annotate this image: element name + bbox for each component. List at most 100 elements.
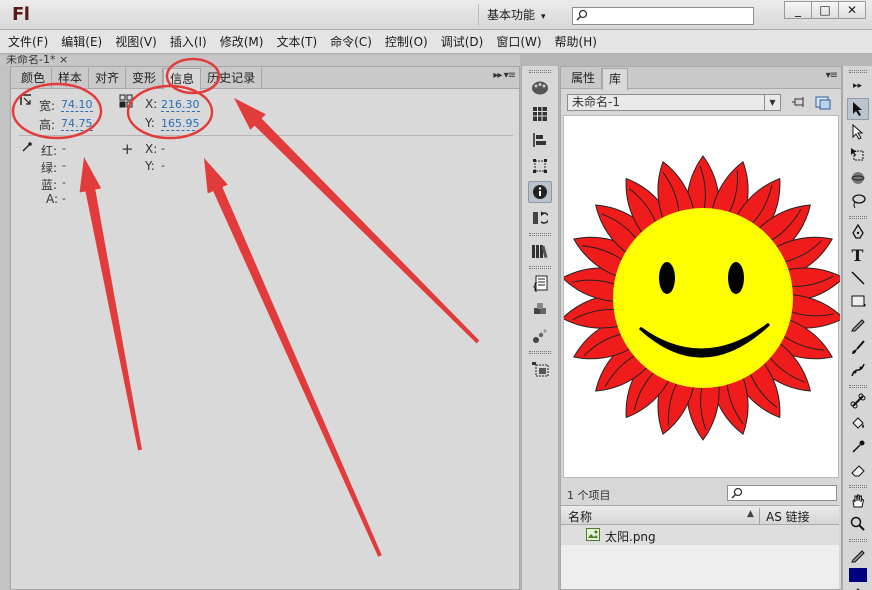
info-panel-icon[interactable] <box>528 181 552 203</box>
menu-window[interactable]: 窗口(W) <box>496 33 541 50</box>
scene-panel-icon[interactable] <box>528 358 552 380</box>
grip-handle[interactable] <box>848 70 867 73</box>
grip-handle[interactable] <box>529 351 551 354</box>
pencil-icon <box>850 319 865 332</box>
panel-collapse-button[interactable]: ▸▸ <box>847 75 869 97</box>
new-library-panel-button[interactable] <box>813 94 833 112</box>
width-label: 宽: <box>39 99 56 113</box>
text-icon: T <box>851 245 864 265</box>
tab-history[interactable]: 历史记录 <box>201 68 263 89</box>
brush-tool[interactable] <box>847 336 869 358</box>
text-tool[interactable]: T <box>847 244 869 266</box>
history-panel-icon[interactable] <box>528 207 552 229</box>
align-panel-icon[interactable] <box>528 129 552 151</box>
grip-handle[interactable] <box>529 233 551 236</box>
window-controls: _ □ ✕ <box>784 1 866 21</box>
pin-icon <box>792 97 804 107</box>
crosshair-icon: + <box>121 140 134 158</box>
column-linkage-header[interactable]: AS 链接 <box>759 508 810 525</box>
tab-swatches[interactable]: 样本 <box>52 68 90 89</box>
width-value[interactable]: 74.10 <box>61 98 93 112</box>
eraser-tool[interactable] <box>847 459 869 481</box>
stroke-color-tool[interactable] <box>847 544 869 566</box>
pin-library-button[interactable] <box>789 94 809 112</box>
line-tool[interactable] <box>847 267 869 289</box>
tab-transform[interactable]: 变形 <box>126 68 164 89</box>
tab-library[interactable]: 库 <box>602 68 629 90</box>
cursor-x-value: - <box>161 142 165 155</box>
menu-file[interactable]: 文件(F) <box>8 33 48 50</box>
info-divider <box>19 135 513 136</box>
list-item[interactable]: 太阳.png <box>561 525 839 545</box>
tab-properties[interactable]: 属性 <box>565 68 603 89</box>
menu-modify[interactable]: 修改(M) <box>220 33 264 50</box>
grip-handle[interactable] <box>529 70 551 73</box>
grip-handle[interactable] <box>848 385 867 388</box>
hand-icon <box>851 494 864 508</box>
library-panel-icon[interactable] <box>528 240 552 262</box>
menu-debug[interactable]: 调试(D) <box>441 33 484 50</box>
grip-handle[interactable] <box>848 539 867 542</box>
height-value[interactable]: 74.75 <box>61 117 93 131</box>
alpha-label: A: <box>46 192 59 206</box>
actions-panel-icon[interactable]: { <box>528 273 552 295</box>
components-panel-icon[interactable] <box>528 299 552 321</box>
grip-handle[interactable] <box>848 485 867 488</box>
swatches-panel-icon[interactable] <box>528 103 552 125</box>
cursor-x-label: X: <box>145 142 158 156</box>
menu-help[interactable]: 帮助(H) <box>555 33 597 50</box>
grip-handle[interactable] <box>848 216 867 219</box>
paint-bucket-tool[interactable] <box>847 413 869 435</box>
pen-tool[interactable] <box>847 221 869 243</box>
grip-handle[interactable] <box>529 266 551 269</box>
subselection-tool[interactable] <box>847 121 869 143</box>
rectangle-tool[interactable] <box>847 290 869 312</box>
help-search-input[interactable] <box>572 7 754 25</box>
menu-text[interactable]: 文本(T) <box>276 33 317 50</box>
deco-tool[interactable] <box>847 359 869 381</box>
collapse-icon: ▸▸ <box>852 81 863 91</box>
menu-insert[interactable]: 插入(I) <box>170 33 207 50</box>
maximize-button[interactable]: □ <box>811 1 839 19</box>
color-panel-icon[interactable] <box>528 77 552 99</box>
pencil-tool[interactable] <box>847 313 869 335</box>
eyedropper-tool[interactable] <box>847 436 869 458</box>
minimize-button[interactable]: _ <box>784 1 812 19</box>
panel-menu-button[interactable]: ▾≡ <box>826 70 838 81</box>
eyedropper-icon <box>22 142 32 152</box>
transform-panel-icon[interactable] <box>528 155 552 177</box>
zoom-icon <box>850 516 865 531</box>
tab-color[interactable]: 颜色 <box>15 68 53 89</box>
y-value[interactable]: 165.95 <box>161 117 200 131</box>
menu-control[interactable]: 控制(O) <box>385 33 428 50</box>
free-transform-tool[interactable] <box>847 144 869 166</box>
lasso-tool[interactable] <box>847 190 869 212</box>
blue-value: - <box>62 176 66 189</box>
bone-tool[interactable] <box>847 390 869 412</box>
close-button[interactable]: ✕ <box>838 1 866 19</box>
bitmap-icon <box>586 528 600 541</box>
library-document-select[interactable]: 未命名-1 ▼ <box>567 94 781 111</box>
workspace-switcher[interactable]: 基本功能 ▾ <box>478 4 558 26</box>
tab-align[interactable]: 对齐 <box>89 68 127 89</box>
menu-view[interactable]: 视图(V) <box>115 33 157 50</box>
zoom-tool[interactable] <box>847 513 869 535</box>
fill-color-tool[interactable] <box>847 584 869 590</box>
deco-icon <box>850 363 865 377</box>
library-search-input[interactable] <box>727 485 837 501</box>
registration-point-icon <box>119 94 133 108</box>
stroke-color-swatch[interactable] <box>848 568 867 582</box>
hand-tool[interactable] <box>847 490 869 512</box>
menu-edit[interactable]: 编辑(E) <box>61 33 102 50</box>
x-value[interactable]: 216.30 <box>161 98 200 112</box>
column-name-header[interactable]: 名称 <box>568 508 592 525</box>
selection-tool[interactable] <box>846 98 869 120</box>
alpha-value: - <box>62 192 66 205</box>
chevron-down-icon: ▾ <box>541 12 546 22</box>
3d-rotation-tool[interactable] <box>847 167 869 189</box>
tab-info[interactable]: 信息 <box>163 68 202 90</box>
sort-asc-icon[interactable]: ▲ <box>747 509 754 519</box>
motion-presets-icon[interactable] <box>528 325 552 347</box>
menu-commands[interactable]: 命令(C) <box>330 33 372 50</box>
panel-menu-button[interactable]: ▸▸ ▾≡ <box>493 70 516 81</box>
